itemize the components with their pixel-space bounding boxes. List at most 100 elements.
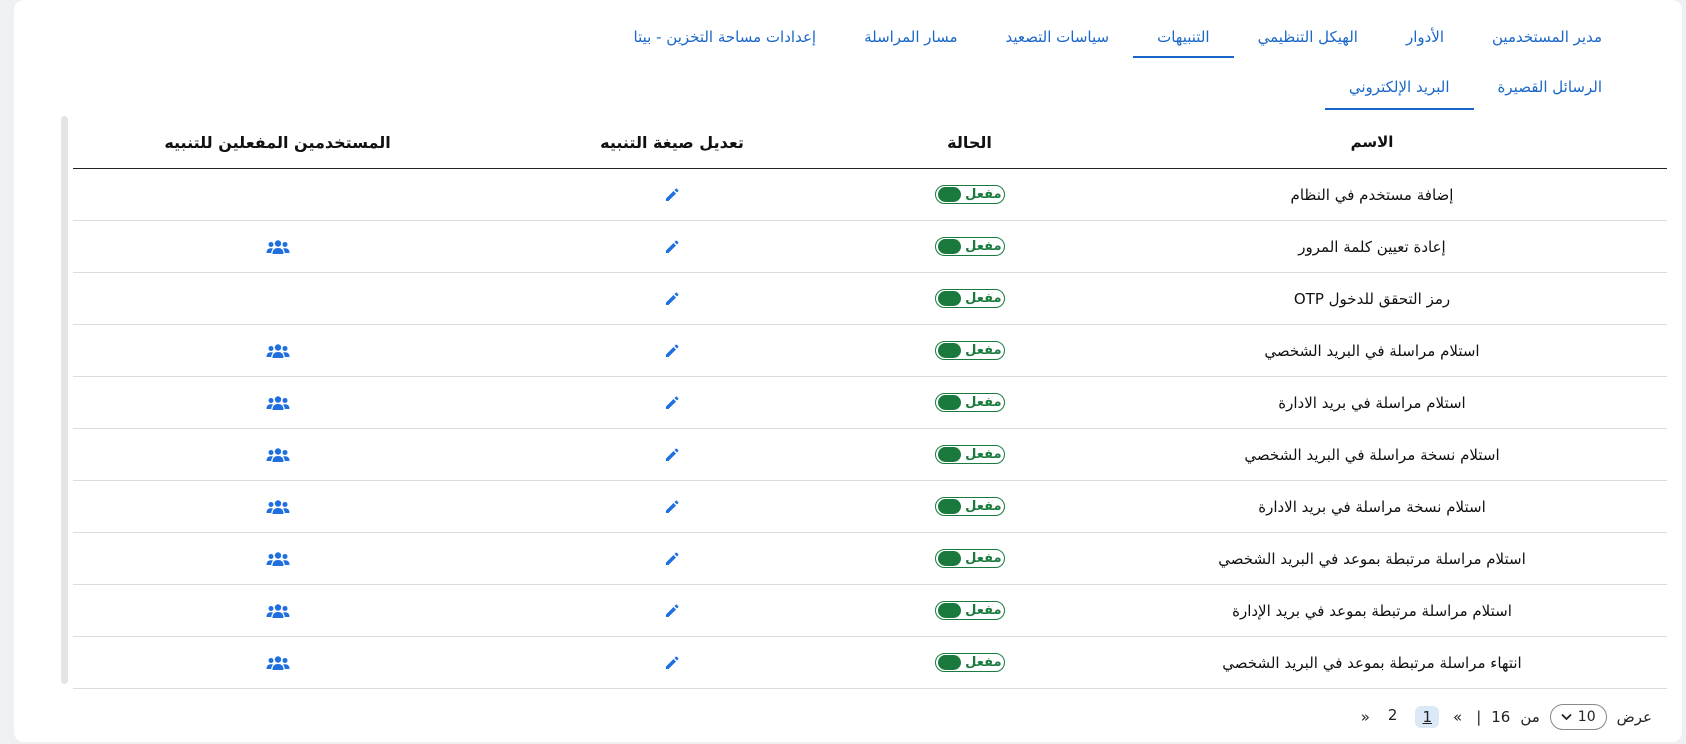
header-status: الحالة — [947, 132, 992, 152]
tab-1[interactable]: الأدوار — [1382, 22, 1468, 58]
subtab-1[interactable]: البريد الإلكتروني — [1324, 72, 1474, 110]
edit-cell — [482, 343, 862, 359]
status-label: مفعل — [965, 239, 1002, 254]
toggle-knob — [937, 603, 962, 618]
alert-name: استلام مراسلة مرتبطة بموعد في البريد الش… — [1218, 549, 1526, 568]
pencil-icon[interactable] — [664, 187, 680, 203]
alert-name: إعادة تعيين كلمة المرور — [1298, 237, 1446, 256]
pencil-icon[interactable] — [664, 499, 680, 515]
tab-5[interactable]: مسار المراسلة — [840, 22, 981, 58]
status-label: مفعل — [965, 603, 1002, 618]
status-toggle[interactable]: مفعل — [934, 289, 1005, 308]
edit-cell — [482, 187, 862, 203]
page-size-select[interactable]: 10 — [1549, 704, 1607, 730]
toggle-knob — [937, 239, 962, 254]
tab-6[interactable]: إعدادات مساحة التخزين - بيتا — [610, 22, 841, 58]
pencil-icon[interactable] — [664, 603, 680, 619]
pagination: عرض 10 من 16 | « 12 » — [1357, 704, 1652, 730]
status-label: مفعل — [965, 655, 1002, 670]
table-row: انتهاء مراسلة مرتبطة بموعد في البريد الش… — [73, 637, 1667, 689]
users-group-icon[interactable] — [266, 395, 290, 411]
status-cell: مفعل — [862, 237, 1077, 256]
alert-name: استلام مراسلة مرتبطة بموعد في بريد الإدا… — [1232, 601, 1512, 620]
pencil-icon[interactable] — [664, 395, 680, 411]
main-tabs: مدير المستخدمين الأدوار الهيكل التنظيمي الت… — [54, 22, 1626, 64]
next-page-button[interactable]: » — [1357, 708, 1374, 726]
users-group-icon[interactable] — [266, 447, 290, 463]
alert-name: انتهاء مراسلة مرتبطة بموعد في البريد الش… — [1222, 653, 1522, 672]
page-button-2[interactable]: 2 — [1384, 706, 1402, 728]
status-toggle[interactable]: مفعل — [934, 549, 1005, 568]
table-row: استلام مراسلة مرتبطة بموعد في البريد الش… — [73, 533, 1667, 585]
status-toggle[interactable]: مفعل — [934, 185, 1005, 204]
toggle-knob — [937, 499, 962, 514]
edit-cell — [482, 655, 862, 671]
edit-cell — [482, 551, 862, 567]
pencil-icon[interactable] — [664, 447, 680, 463]
toggle-knob — [937, 551, 962, 566]
status-toggle[interactable]: مفعل — [934, 601, 1005, 620]
table-row: استلام مراسلة في بريد الادارة مفعل — [73, 377, 1667, 429]
tab-0[interactable]: مدير المستخدمين — [1468, 22, 1626, 58]
users-group-icon[interactable] — [266, 655, 290, 671]
page-size-value: 10 — [1577, 709, 1596, 725]
status-label: مفعل — [965, 447, 1002, 462]
users-cell — [73, 655, 482, 671]
status-toggle[interactable]: مفعل — [934, 497, 1005, 516]
tab-4[interactable]: سياسات التصعيد — [982, 22, 1134, 58]
users-group-icon[interactable] — [266, 551, 290, 567]
alerts-table: الاسم الحالة تعديل صيغة التنبيه المستخدم… — [73, 116, 1667, 689]
toggle-knob — [937, 187, 962, 202]
users-group-icon[interactable] — [266, 343, 290, 359]
status-toggle[interactable]: مفعل — [934, 445, 1005, 464]
status-cell: مفعل — [862, 549, 1077, 568]
users-cell — [73, 499, 482, 515]
alert-name: OTP رمز التحقق للدخول — [1293, 289, 1451, 308]
users-cell — [73, 603, 482, 619]
table-row: استلام مراسلة مرتبطة بموعد في بريد الإدا… — [73, 585, 1667, 637]
status-toggle[interactable]: مفعل — [934, 341, 1005, 360]
pencil-icon[interactable] — [664, 343, 680, 359]
channel-subtabs: الرسائل القصيرة البريد الإلكتروني — [1324, 72, 1626, 112]
table-row: إضافة مستخدم في النظام مفعل — [73, 169, 1667, 221]
alert-name: استلام نسخة مراسلة في بريد الادارة — [1258, 497, 1486, 516]
users-group-icon[interactable] — [266, 499, 290, 515]
edit-cell — [482, 291, 862, 307]
pencil-icon[interactable] — [664, 291, 680, 307]
pencil-icon[interactable] — [664, 655, 680, 671]
table-row: OTP رمز التحقق للدخول مفعل — [73, 273, 1667, 325]
page-list: 12 — [1384, 706, 1439, 728]
table-scrollbar[interactable] — [61, 116, 68, 684]
toggle-knob — [937, 343, 962, 358]
subtab-0[interactable]: الرسائل القصيرة — [1474, 72, 1626, 110]
users-cell — [73, 551, 482, 567]
tab-2[interactable]: الهيكل التنظيمي — [1234, 22, 1382, 58]
users-group-icon[interactable] — [266, 239, 290, 255]
total-count: 16 — [1491, 708, 1511, 726]
page-button-1[interactable]: 1 — [1415, 706, 1439, 728]
status-label: مفعل — [965, 343, 1002, 358]
status-cell: مفعل — [862, 289, 1077, 308]
alert-name: إضافة مستخدم في النظام — [1290, 185, 1454, 204]
alert-name: استلام نسخة مراسلة في البريد الشخصي — [1244, 445, 1500, 464]
pencil-icon[interactable] — [664, 551, 680, 567]
edit-cell — [482, 239, 862, 255]
tab-3[interactable]: التنبيهات — [1133, 22, 1234, 58]
status-cell: مفعل — [862, 185, 1077, 204]
table-row: استلام نسخة مراسلة في البريد الشخصي مفعل — [73, 429, 1667, 481]
users-cell — [73, 395, 482, 411]
settings-card: مدير المستخدمين الأدوار الهيكل التنظيمي الت… — [14, 0, 1682, 742]
edit-cell — [482, 395, 862, 411]
toggle-knob — [937, 447, 962, 462]
of-label: من — [1520, 708, 1540, 726]
status-toggle[interactable]: مفعل — [934, 393, 1005, 412]
alert-name: استلام مراسلة في بريد الادارة — [1278, 393, 1466, 412]
users-group-icon[interactable] — [266, 603, 290, 619]
show-label: عرض — [1616, 708, 1652, 726]
status-toggle[interactable]: مفعل — [934, 653, 1005, 672]
status-cell: مفعل — [862, 393, 1077, 412]
status-toggle[interactable]: مفعل — [934, 237, 1005, 256]
pencil-icon[interactable] — [664, 239, 680, 255]
prev-page-button[interactable]: « — [1449, 708, 1466, 726]
status-label: مفعل — [965, 187, 1002, 202]
